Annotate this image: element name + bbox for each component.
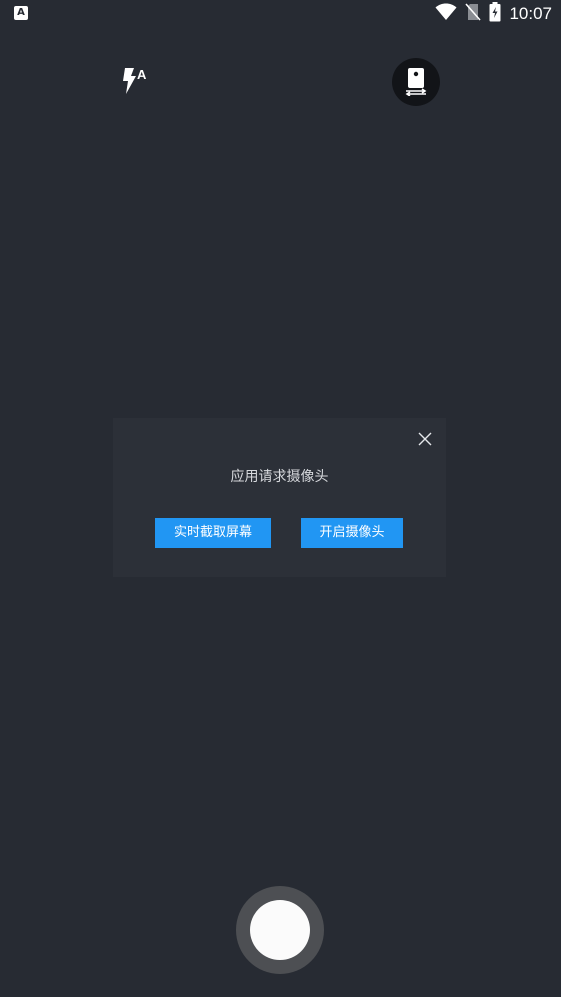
flash-auto-icon: A bbox=[123, 67, 147, 94]
app-notification-icon: A bbox=[14, 6, 28, 20]
flash-mode-label: A bbox=[137, 67, 147, 82]
switch-camera-icon bbox=[405, 68, 427, 96]
status-time: 10:07 bbox=[509, 4, 552, 23]
wifi-icon bbox=[435, 3, 457, 25]
close-icon bbox=[418, 432, 432, 446]
shutter-button[interactable] bbox=[236, 886, 324, 974]
flash-mode-button[interactable]: A bbox=[118, 64, 154, 98]
shutter-inner-circle bbox=[250, 900, 310, 960]
dialog-close-button[interactable] bbox=[418, 431, 432, 446]
dialog-title: 应用请求摄像头 bbox=[230, 469, 329, 485]
battery-charging-icon bbox=[489, 2, 501, 26]
no-sim-icon bbox=[465, 3, 482, 25]
open-camera-button[interactable]: 开启摄像头 bbox=[301, 518, 403, 548]
status-bar: A 10:07 bbox=[0, 0, 561, 28]
screen-capture-button[interactable]: 实时截取屏幕 bbox=[155, 518, 271, 548]
status-icons: 10:07 bbox=[435, 0, 552, 28]
app-notification-letter: A bbox=[17, 7, 25, 18]
camera-request-dialog: 应用请求摄像头 实时截取屏幕 开启摄像头 bbox=[113, 418, 446, 577]
camera-screen: A 10:07 A 应用请求摄像头 实时截取屏幕 开启摄像头 bbox=[0, 0, 561, 997]
switch-camera-button[interactable] bbox=[392, 58, 440, 106]
